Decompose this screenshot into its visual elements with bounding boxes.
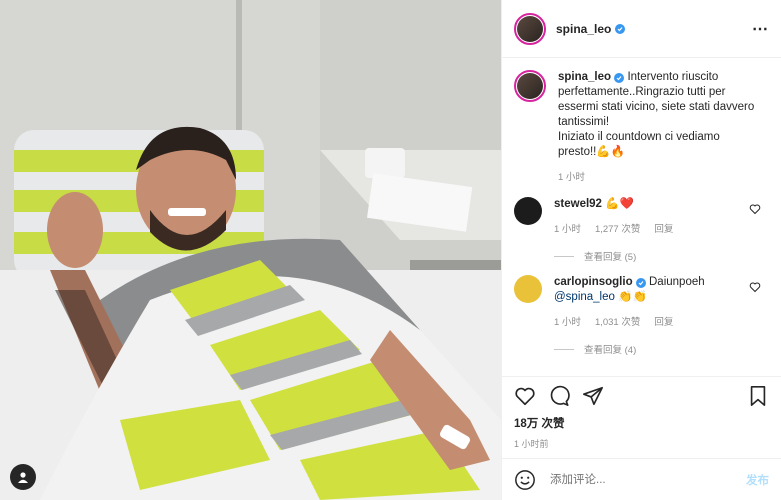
share-icon[interactable] xyxy=(582,385,604,407)
user-tag-button[interactable] xyxy=(10,464,36,490)
comment-emoji: 👏👏 xyxy=(618,291,647,303)
bookmark-icon[interactable] xyxy=(747,385,769,407)
comment-reply-button[interactable]: 回复 xyxy=(654,222,673,237)
comment-mention-link[interactable]: @spina_leo xyxy=(554,291,615,303)
heart-icon[interactable] xyxy=(514,385,536,407)
caption: spina_leo Intervento riuscito perfettame… xyxy=(514,70,769,185)
comment-time[interactable]: 1 小时 xyxy=(554,222,581,237)
caption-username[interactable]: spina_leo xyxy=(558,71,611,83)
post-actions: 18万 次赞 1 小时前 xyxy=(502,376,781,450)
comment-like-heart-icon[interactable] xyxy=(749,203,761,215)
comment-username[interactable]: stewel92 xyxy=(554,198,602,210)
view-replies-label: 查看回复 (4) xyxy=(584,345,637,356)
author-name-block: spina_leo xyxy=(556,22,626,36)
verified-badge-icon xyxy=(615,23,626,34)
view-replies-button[interactable]: 查看回复 (4) xyxy=(554,342,769,356)
view-replies-button[interactable]: 查看回复 (5) xyxy=(554,249,769,263)
comment-likes[interactable]: 1,277 次赞 xyxy=(595,222,640,237)
caption-author-avatar[interactable] xyxy=(514,70,546,102)
user-tag-icon xyxy=(18,472,28,483)
comment-item: carlopinsoglio Daiunpoeh @spina_leo 👏👏 1… xyxy=(514,275,769,330)
hospital-photo-illustration xyxy=(0,0,501,500)
caption-meta: 1 小时 xyxy=(558,170,758,185)
author-avatar[interactable] xyxy=(514,12,546,45)
comment-avatar[interactable] xyxy=(514,275,542,303)
more-options-icon[interactable]: ⋯ xyxy=(752,19,769,39)
comment-likes[interactable]: 1,031 次赞 xyxy=(595,315,640,330)
view-replies-label: 查看回复 (5) xyxy=(584,252,637,263)
likes-count[interactable]: 18万 次赞 xyxy=(514,415,769,431)
comment-meta: 1 小时 1,277 次赞 回复 xyxy=(554,222,744,237)
add-comment-bar: 发布 xyxy=(502,458,781,500)
comments-section[interactable]: spina_leo Intervento riuscito perfettame… xyxy=(502,58,781,376)
replies-divider xyxy=(554,255,574,257)
comment-item: stewel92 💪❤️ 1 小时 1,277 次赞 回复 xyxy=(514,197,769,237)
post-header: spina_leo ⋯ xyxy=(502,0,781,58)
comment-text: 💪❤️ xyxy=(605,198,634,210)
post-photo[interactable] xyxy=(0,0,501,500)
comment-avatar[interactable] xyxy=(514,197,542,225)
comment-text: Daiunpoeh xyxy=(649,276,705,288)
verified-badge-icon xyxy=(614,73,625,83)
replies-divider xyxy=(554,348,574,350)
comment-like-heart-icon[interactable] xyxy=(749,281,761,293)
verified-badge-icon xyxy=(635,278,646,288)
comment-icon[interactable] xyxy=(548,385,570,407)
comment-input[interactable] xyxy=(548,472,746,487)
comment-username[interactable]: carlopinsoglio xyxy=(554,276,633,288)
caption-text-line-2: Iniziato il countdown ci vediamo presto!… xyxy=(558,131,720,158)
action-icons-row xyxy=(514,385,769,407)
post-timestamp[interactable]: 1 小时前 xyxy=(514,437,769,450)
comment-meta: 1 小时 1,031 次赞 回复 xyxy=(554,315,744,330)
comment-body: carlopinsoglio Daiunpoeh @spina_leo 👏👏 1… xyxy=(554,275,744,330)
emoji-icon[interactable] xyxy=(514,469,536,491)
post-side-panel: spina_leo ⋯ spina_leo Intervento riuscit… xyxy=(501,0,781,500)
comment-body: stewel92 💪❤️ 1 小时 1,277 次赞 回复 xyxy=(554,197,744,237)
post-comment-button[interactable]: 发布 xyxy=(746,472,769,488)
author-username[interactable]: spina_leo xyxy=(556,22,611,36)
comment-time[interactable]: 1 小时 xyxy=(554,315,581,330)
caption-time[interactable]: 1 小时 xyxy=(558,170,585,185)
comment-reply-button[interactable]: 回复 xyxy=(654,315,673,330)
caption-body: spina_leo Intervento riuscito perfettame… xyxy=(558,70,758,185)
